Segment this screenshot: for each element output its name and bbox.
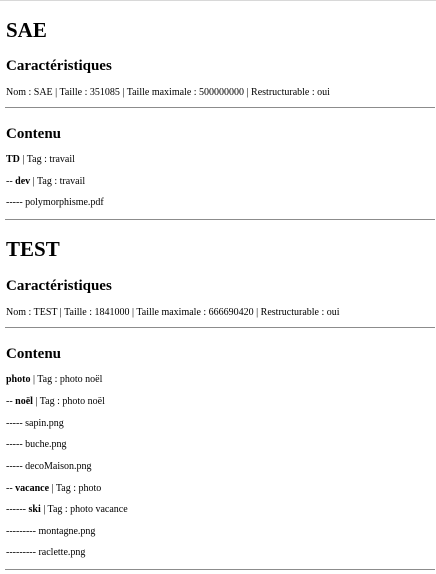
sae-content-heading: Contenu: [6, 126, 62, 142]
file-buche: ----- buche.png: [6, 439, 67, 450]
sae-details: Nom : SAE | Taille : 351085 | Taille max…: [6, 87, 330, 98]
folder-ski-tag: | Tag : photo vacance: [40, 504, 128, 515]
folder-vacance-tag: | Tag : photo: [49, 483, 102, 494]
folder-ski-name: ski: [28, 504, 41, 515]
sae-title: SAE: [6, 18, 47, 42]
test-divider-2: [5, 569, 435, 570]
folder-td-name: TD: [6, 154, 20, 165]
test-characteristics-heading: Caractéristiques: [6, 278, 112, 294]
top-divider: [0, 0, 436, 1]
folder-td: TD | Tag : travail: [6, 154, 75, 166]
folder-dev-prefix: --: [6, 176, 16, 187]
folder-vacance-name: vacance: [15, 483, 50, 494]
test-divider-1: [5, 327, 435, 328]
folder-ski-prefix: ------: [6, 504, 29, 515]
file-raclette: --------- raclette.png: [6, 547, 86, 558]
folder-photo-name: photo: [6, 374, 31, 385]
folder-vacance-prefix: --: [6, 483, 16, 494]
folder-photo-tag: | Tag : photo noël: [30, 374, 103, 385]
file-decomaison: ----- decoMaison.png: [6, 461, 92, 472]
folder-noel-prefix: --: [6, 396, 16, 407]
folder-noel-name: noël: [15, 396, 33, 407]
test-title: TEST: [6, 237, 60, 261]
folder-dev: -- dev | Tag : travail: [6, 176, 85, 188]
file-sapin: ----- sapin.png: [6, 418, 64, 429]
file-montagne: --------- montagne.png: [6, 526, 96, 537]
folder-ski: ------ ski | Tag : photo vacance: [6, 504, 128, 516]
folder-noel-tag: | Tag : photo noël: [32, 396, 105, 407]
sae-divider-2: [5, 219, 435, 220]
folder-dev-name: dev: [15, 176, 31, 187]
test-details: Nom : TEST | Taille : 1841000 | Taille m…: [6, 307, 340, 318]
test-content-heading: Contenu: [6, 346, 62, 362]
folder-noel: -- noël | Tag : photo noël: [6, 396, 105, 408]
sae-characteristics-heading: Caractéristiques: [6, 58, 112, 74]
file-polymorphisme: ----- polymorphisme.pdf: [6, 197, 104, 208]
folder-photo: photo | Tag : photo noël: [6, 374, 102, 386]
folder-td-tag: | Tag : travail: [19, 154, 75, 165]
sae-divider-1: [5, 107, 435, 108]
folder-vacance: -- vacance | Tag : photo: [6, 483, 101, 495]
folder-dev-tag: | Tag : travail: [30, 176, 86, 187]
